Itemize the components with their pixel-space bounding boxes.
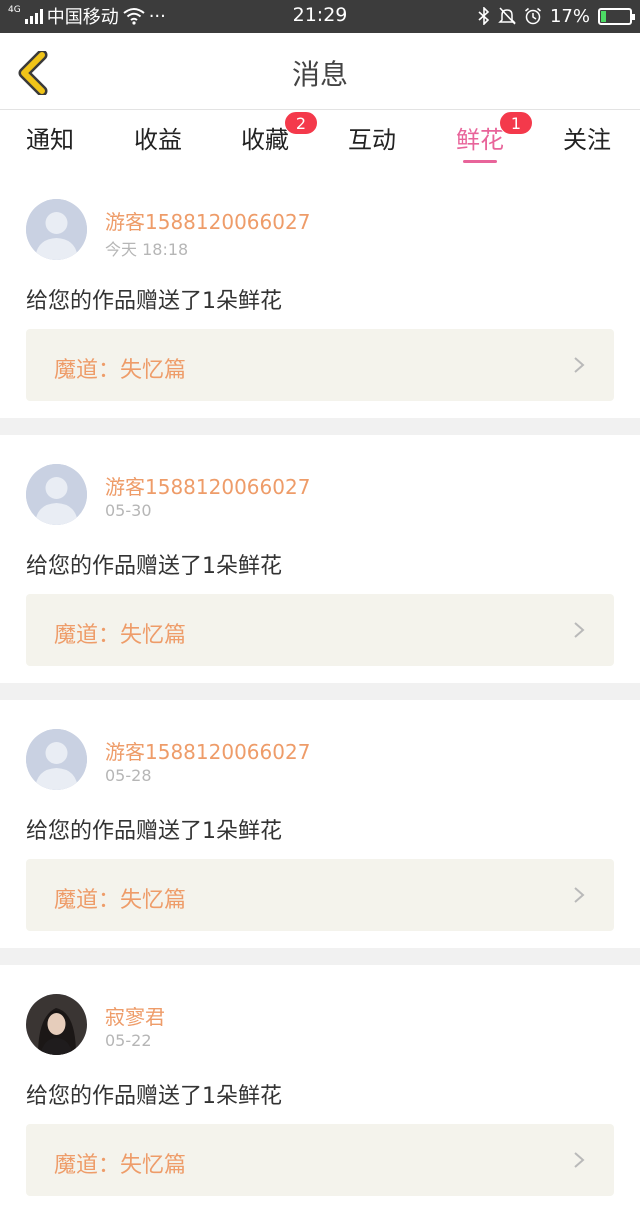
message-time: 05-28 bbox=[105, 766, 152, 785]
alarm-icon bbox=[525, 7, 541, 25]
message-text: 给您的作品赠送了1朵鲜花 bbox=[26, 1084, 282, 1109]
avatar[interactable] bbox=[26, 464, 87, 525]
chevron-right-icon bbox=[574, 622, 585, 638]
work-title: 魔道：失忆篇 bbox=[54, 358, 187, 383]
nav-bar: 消息 bbox=[0, 33, 640, 110]
divider bbox=[0, 948, 640, 965]
message-card: 游客1588120066027 05-28 给您的作品赠送了1朵鲜花 魔道：失忆… bbox=[0, 700, 640, 948]
default-avatar-icon bbox=[26, 464, 87, 525]
tab-label: 关注 bbox=[563, 126, 611, 154]
tab-following[interactable]: 关注 bbox=[563, 120, 611, 155]
chevron-right-icon bbox=[574, 1152, 585, 1168]
work-link[interactable]: 魔道：失忆篇 bbox=[26, 329, 614, 401]
tab-favorites[interactable]: 收藏 2 bbox=[241, 111, 318, 155]
message-time: 05-22 bbox=[105, 1031, 152, 1050]
chevron-right-icon bbox=[574, 357, 585, 373]
message-card: 游客1588120066027 05-30 给您的作品赠送了1朵鲜花 魔道：失忆… bbox=[0, 435, 640, 683]
tab-flowers[interactable]: 鲜花 1 bbox=[456, 111, 533, 163]
work-link[interactable]: 魔道：失忆篇 bbox=[26, 859, 614, 931]
work-title: 魔道：失忆篇 bbox=[54, 623, 187, 648]
active-tab-indicator bbox=[463, 160, 497, 163]
message-card: 寂寥君 05-22 给您的作品赠送了1朵鲜花 魔道：失忆篇 bbox=[0, 965, 640, 1213]
work-link[interactable]: 魔道：失忆篇 bbox=[26, 1124, 614, 1196]
tab-label: 鲜花 bbox=[456, 126, 504, 154]
status-right: 17% bbox=[478, 4, 635, 28]
tab-label: 互动 bbox=[348, 126, 396, 154]
work-title: 魔道：失忆篇 bbox=[54, 1153, 187, 1178]
unread-badge: 1 bbox=[499, 111, 533, 135]
message-text: 给您的作品赠送了1朵鲜花 bbox=[26, 289, 282, 314]
work-link[interactable]: 魔道：失忆篇 bbox=[26, 594, 614, 666]
username[interactable]: 游客1588120066027 bbox=[105, 471, 310, 500]
tab-label: 收益 bbox=[134, 126, 182, 154]
tab-interactions[interactable]: 互动 bbox=[348, 120, 396, 155]
default-avatar-icon bbox=[26, 199, 87, 260]
divider bbox=[0, 683, 640, 700]
tab-label: 收藏 bbox=[241, 126, 289, 154]
message-time: 今天 18:18 bbox=[105, 240, 189, 259]
tab-label: 通知 bbox=[26, 126, 74, 154]
message-card: 游客1588120066027 今天 18:18 给您的作品赠送了1朵鲜花 魔道… bbox=[0, 170, 640, 418]
unread-badge: 2 bbox=[284, 111, 318, 135]
divider bbox=[0, 418, 640, 435]
tab-bar: 通知 收益 收藏 2 互动 鲜花 1 关注 bbox=[0, 110, 640, 170]
tab-notifications[interactable]: 通知 bbox=[26, 120, 74, 155]
page-title: 消息 bbox=[291, 58, 348, 91]
user-photo-avatar bbox=[26, 994, 87, 1055]
message-time: 05-30 bbox=[105, 501, 152, 520]
avatar[interactable] bbox=[26, 199, 87, 260]
status-bar: 4G 中国移动 ··· 21:29 17% bbox=[0, 0, 640, 33]
avatar[interactable] bbox=[26, 729, 87, 790]
bluetooth-icon bbox=[478, 7, 490, 25]
chevron-right-icon bbox=[574, 887, 585, 903]
message-text: 给您的作品赠送了1朵鲜花 bbox=[26, 554, 282, 579]
username[interactable]: 游客1588120066027 bbox=[105, 736, 310, 765]
battery-icon bbox=[598, 7, 635, 25]
tab-earnings[interactable]: 收益 bbox=[134, 120, 182, 155]
message-text: 给您的作品赠送了1朵鲜花 bbox=[26, 819, 282, 844]
default-avatar-icon bbox=[26, 729, 87, 790]
avatar[interactable] bbox=[26, 994, 87, 1055]
mute-bell-icon bbox=[498, 7, 516, 25]
username[interactable]: 游客1588120066027 bbox=[105, 206, 310, 235]
battery-level-fill bbox=[601, 10, 606, 22]
username[interactable]: 寂寥君 bbox=[105, 1001, 165, 1030]
work-title: 魔道：失忆篇 bbox=[54, 888, 187, 913]
message-list: 游客1588120066027 今天 18:18 给您的作品赠送了1朵鲜花 魔道… bbox=[0, 170, 640, 1213]
battery-percent: 17% bbox=[549, 5, 590, 27]
